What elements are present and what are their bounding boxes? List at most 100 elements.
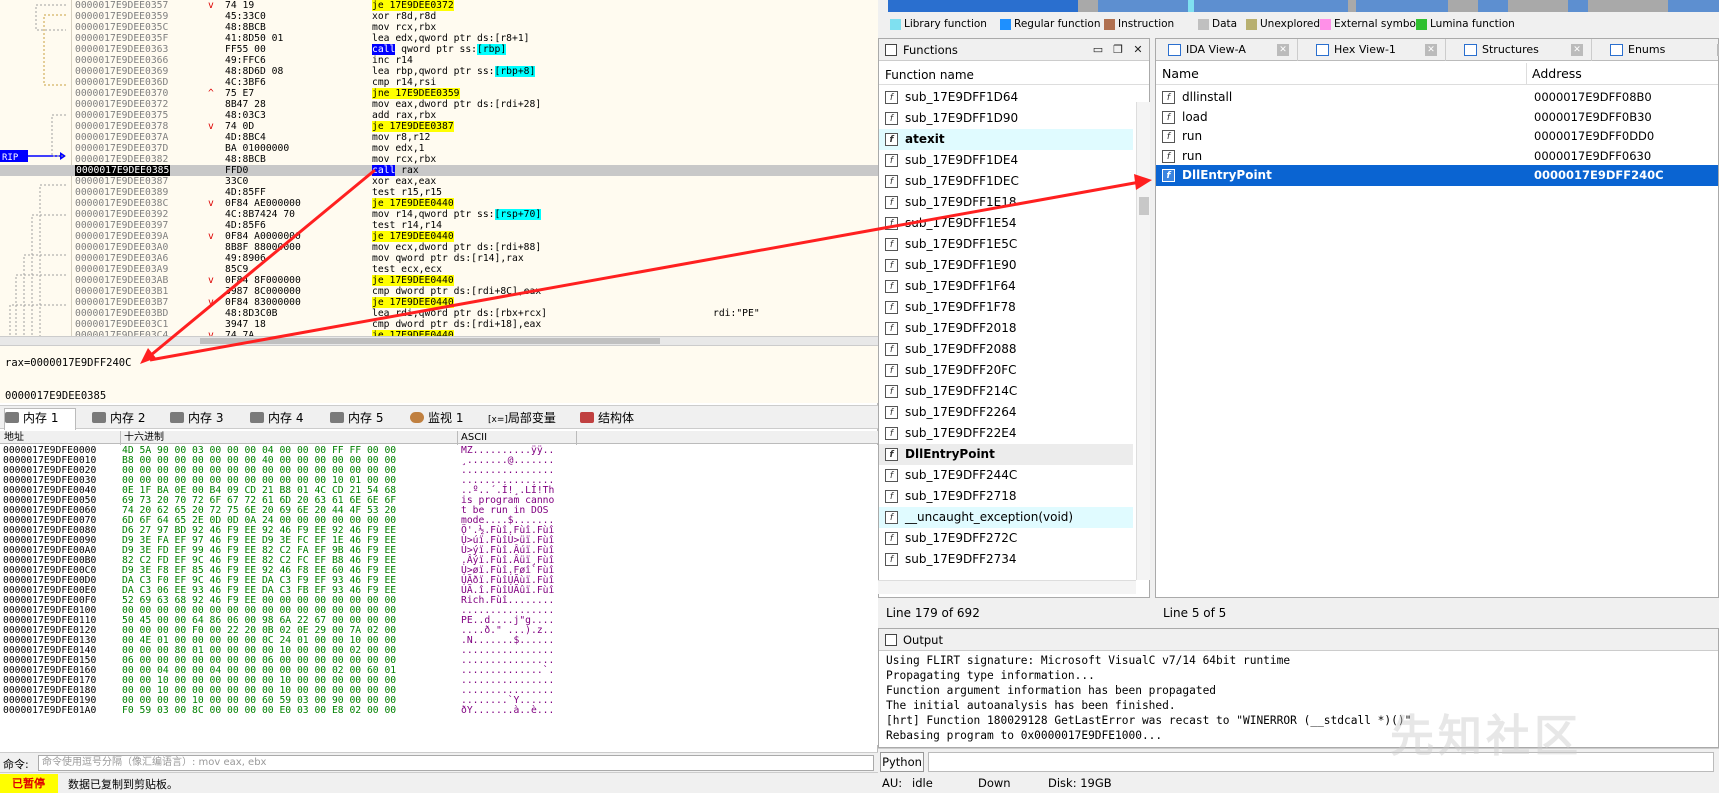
close-tab-icon[interactable]: ✕ xyxy=(1277,44,1289,56)
disasm-row[interactable]: 0000017E9DEE0392 4C:8B7424 70 mov r14,qwor… xyxy=(0,209,878,220)
disassembly-view[interactable]: RIP 0000017E9DEE0357 v 74 19 je 17E9DEE0372… xyxy=(0,0,878,336)
disasm-row[interactable]: 0000017E9DEE0378 v 74 0D je 17E9DEE0387 xyxy=(0,121,878,132)
function-item[interactable]: f sub_17E9DFF1D64 xyxy=(879,87,1133,108)
close-tab-icon[interactable]: ✕ xyxy=(1571,44,1583,56)
function-item[interactable]: f sub_17E9DFF1D90 xyxy=(879,108,1133,129)
close-tab-icon[interactable]: ✕ xyxy=(1425,44,1437,56)
disasm-row[interactable]: 0000017E9DEE0359 45:33C0 xor r8d,r8d xyxy=(0,11,878,22)
export-row[interactable]: f run 0000017E9DFF0DD0 xyxy=(1156,126,1718,147)
disasm-row[interactable]: 0000017E9DEE03B1 3987 8C000000 cmp dword p… xyxy=(0,286,878,297)
disasm-row[interactable]: 0000017E9DEE0372 8B47 28 mov eax,dword ptr… xyxy=(0,99,878,110)
disasm-row[interactable]: 0000017E9DEE036D 4C:3BF6 cmp r14,rsi xyxy=(0,77,878,88)
disassembly-hscrollbar[interactable] xyxy=(0,336,878,345)
memory-row[interactable]: 0000017E9DFE01A0 F0 59 03 00 8C 00 00 00 … xyxy=(0,705,878,716)
disasm-row[interactable]: 0000017E9DEE035F 41:8D50 01 lea edx,qword … xyxy=(0,33,878,44)
disasm-address: 0000017E9DEE037A xyxy=(75,132,169,143)
python-bar: Python xyxy=(878,748,1719,774)
tab-memory-1[interactable]: 内存 1 xyxy=(4,408,76,430)
function-item[interactable]: f sub_17E9DFF214C xyxy=(879,381,1133,402)
function-item[interactable]: f sub_17E9DFF1E90 xyxy=(879,255,1133,276)
tab-memory-2[interactable]: 内存 2 xyxy=(92,409,164,427)
disasm-address: 0000017E9DEE039A xyxy=(75,231,169,242)
column-address[interactable]: 地址 xyxy=(4,431,24,444)
tab-memory-5[interactable]: 内存 5 xyxy=(330,409,402,427)
function-item[interactable]: f sub_17E9DFF1F78 xyxy=(879,297,1133,318)
close-button[interactable]: ✕ xyxy=(1131,43,1145,57)
disasm-row[interactable]: 0000017E9DEE0375 48:03C3 add rax,rbx xyxy=(0,110,878,121)
disasm-row[interactable]: 0000017E9DEE0382 48:8BCB mov rcx,rbx xyxy=(0,154,878,165)
disasm-row[interactable]: 0000017E9DEE039A v 0F84 A0000000 je 17E9DEE… xyxy=(0,231,878,242)
export-row[interactable]: f dllinstall 0000017E9DFF08B0 xyxy=(1156,87,1718,108)
function-item[interactable]: f sub_17E9DFF272C xyxy=(879,528,1133,549)
functions-hscrollbar[interactable] xyxy=(878,580,1136,594)
disasm-row[interactable]: 0000017E9DEE035C 48:8BCB mov rcx,rbx xyxy=(0,22,878,33)
disasm-row[interactable]: 0000017E9DEE0387 33C0 xor eax,eax xyxy=(0,176,878,187)
function-item[interactable]: f sub_17E9DFF2018 xyxy=(879,318,1133,339)
function-item[interactable]: f sub_17E9DFF1E5C xyxy=(879,234,1133,255)
column-name[interactable]: Name xyxy=(1162,63,1199,85)
column-address[interactable]: Address xyxy=(1532,63,1582,85)
export-row[interactable]: f run 0000017E9DFF0630 xyxy=(1156,146,1718,167)
column-ascii[interactable]: ASCII xyxy=(461,431,487,444)
command-input[interactable]: 命令使用逗号分隔（像汇编语言）: mov eax, ebx xyxy=(38,755,874,771)
export-row[interactable]: f load 0000017E9DFF0B30 xyxy=(1156,107,1718,128)
disasm-instruction: mov r8,r12 xyxy=(372,132,431,143)
function-item[interactable]: f sub_17E9DFF2718 xyxy=(879,486,1133,507)
disasm-row[interactable]: 0000017E9DEE0357 v 74 19 je 17E9DEE0372 xyxy=(0,0,878,11)
function-item[interactable]: f sub_17E9DFF22E4 xyxy=(879,423,1133,444)
function-item[interactable]: f sub_17E9DFF2088 xyxy=(879,339,1133,360)
disasm-row[interactable]: 0000017E9DEE03BD 48:8D3C0B lea rdi,qword p… xyxy=(0,308,878,319)
function-item[interactable]: f sub_17E9DFF1E18 xyxy=(879,192,1133,213)
restore-button[interactable]: ❐ xyxy=(1111,43,1125,57)
function-item[interactable]: f sub_17E9DFF2264 xyxy=(879,402,1133,423)
disasm-row[interactable]: 0000017E9DEE0366 49:FFC6 inc r14 xyxy=(0,55,878,66)
function-item[interactable]: f sub_17E9DFF244C xyxy=(879,465,1133,486)
export-row[interactable]: f DllEntryPoint 0000017E9DFF240C xyxy=(1156,165,1718,186)
function-name: sub_17E9DFF214C xyxy=(905,384,1018,398)
disasm-row[interactable]: 0000017E9DEE03A0 8B8F 88000000 mov ecx,dwo… xyxy=(0,242,878,253)
disasm-address: 0000017E9DEE03A0 xyxy=(75,242,169,253)
function-item[interactable]: f sub_17E9DFF1DE4 xyxy=(879,150,1133,171)
function-item[interactable]: f sub_17E9DFF1E54 xyxy=(879,213,1133,234)
tab-enums[interactable]: Enums✕ xyxy=(1600,39,1719,61)
tab-memory-4[interactable]: 内存 4 xyxy=(250,409,322,427)
column-hex[interactable]: 十六进制 xyxy=(124,431,164,444)
function-item[interactable]: f sub_17E9DFF20FC xyxy=(879,360,1133,381)
memory-tabbar: 内存 1 内存 2 内存 3 内存 4 内存 5 监视 1 [x=]局部变量 结… xyxy=(0,405,878,430)
disasm-row[interactable]: 0000017E9DEE0389 4D:85FF test r15,r15 xyxy=(0,187,878,198)
disasm-row[interactable]: 0000017E9DEE0397 4D:85F6 test r14,r14 xyxy=(0,220,878,231)
disasm-row[interactable]: 0000017E9DEE03A6 49:8906 mov qword ptr ds:… xyxy=(0,253,878,264)
function-item[interactable]: f DllEntryPoint xyxy=(879,444,1133,465)
disasm-row[interactable]: 0000017E9DEE037A 4D:8BC4 mov r8,r12 xyxy=(0,132,878,143)
disasm-row[interactable]: 0000017E9DEE0363 FF55 00 call qword ptr ss… xyxy=(0,44,878,55)
tab-memory-3[interactable]: 内存 3 xyxy=(170,409,242,427)
disasm-instruction: cmp dword ptr ds:[rdi+18],eax xyxy=(372,319,542,330)
function-item[interactable]: f sub_17E9DFF1F64 xyxy=(879,276,1133,297)
disasm-row[interactable]: 0000017E9DEE038C v 0F84 AE000000 je 17E9DEE… xyxy=(0,198,878,209)
function-item[interactable]: f sub_17E9DFF1DEC xyxy=(879,171,1133,192)
tab-ida-view-a[interactable]: IDA View-A ✕ xyxy=(1158,39,1298,61)
disasm-row[interactable]: 0000017E9DEE0385 FFD0 call rax xyxy=(0,165,878,176)
navigation-band[interactable] xyxy=(888,0,1719,12)
tab-hex-view-1[interactable]: Hex View-1 ✕ xyxy=(1306,39,1446,61)
memory-dump[interactable]: 0000017E9DFE0000 4D 5A 90 00 03 00 00 00 … xyxy=(0,445,878,745)
tab-watch-1[interactable]: 监视 1 xyxy=(410,409,474,427)
disasm-row[interactable]: 0000017E9DEE0369 48:8D6D 08 lea rbp,qword … xyxy=(0,66,878,77)
disasm-row[interactable]: 0000017E9DEE03B7 v 0F84 83000000 je 17E9DEE… xyxy=(0,297,878,308)
tab-structures[interactable]: Structures ✕ xyxy=(1454,39,1592,61)
disasm-row[interactable]: 0000017E9DEE037D BA 01000000 mov edx,1 xyxy=(0,143,878,154)
tab-structs[interactable]: 结构体 xyxy=(580,409,652,427)
function-name-header[interactable]: Function name xyxy=(879,65,1149,85)
function-item[interactable]: f sub_17E9DFF2734 xyxy=(879,549,1133,570)
tab-locals[interactable]: [x=]局部变量 xyxy=(488,409,572,427)
python-button[interactable]: Python xyxy=(880,752,924,772)
disasm-row[interactable]: 0000017E9DEE03C1 3947 18 cmp dword ptr ds:… xyxy=(0,319,878,330)
function-item[interactable]: f __uncaught_exception(void) xyxy=(879,507,1133,528)
python-input[interactable] xyxy=(928,752,1714,772)
disasm-row[interactable]: 0000017E9DEE03A9 85C9 test ecx,ecx xyxy=(0,264,878,275)
functions-vscrollbar[interactable] xyxy=(1136,102,1150,580)
disasm-row[interactable]: 0000017E9DEE0370 ^ 75 E7 jne 17E9DEE0359 xyxy=(0,88,878,99)
minimize-button[interactable]: ▭ xyxy=(1091,43,1105,57)
disasm-row[interactable]: 0000017E9DEE03AB v 0F84 8F000000 je 17E9DEE… xyxy=(0,275,878,286)
function-item[interactable]: f atexit xyxy=(879,129,1133,150)
